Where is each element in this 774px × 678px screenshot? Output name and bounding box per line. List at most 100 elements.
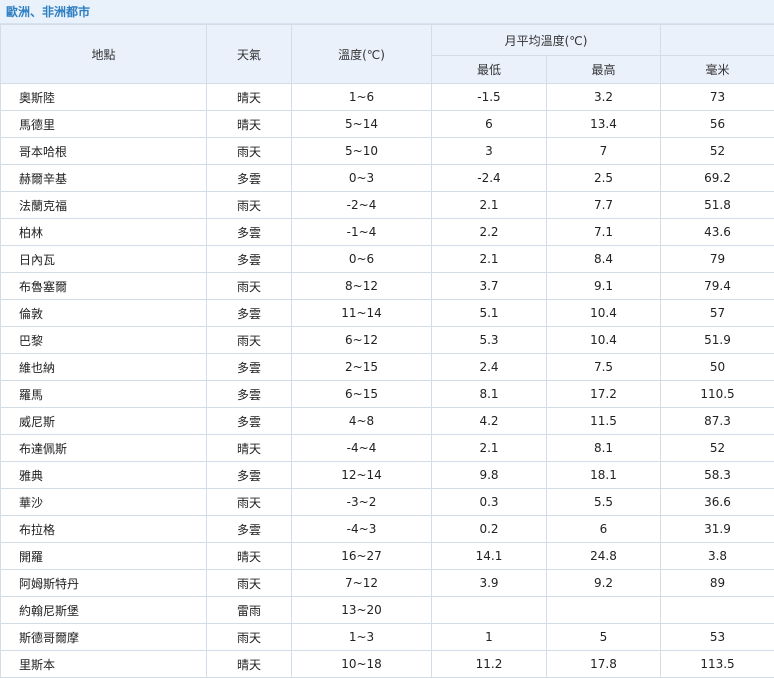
cell-min: 8.1 — [432, 381, 547, 408]
table-row: 維也納多雲2~152.47.550 — [1, 354, 774, 381]
cell-temp: -4~4 — [292, 435, 432, 462]
cell-min: 1 — [432, 624, 547, 651]
table-row: 布魯塞爾雨天8~123.79.179.4 — [1, 273, 774, 300]
cell-city: 赫爾辛基 — [1, 165, 207, 192]
cell-temp: 5~14 — [292, 111, 432, 138]
cell-city: 阿姆斯特丹 — [1, 570, 207, 597]
table-row: 華沙雨天-3~20.35.536.6 — [1, 489, 774, 516]
table-row: 阿姆斯特丹雨天7~123.99.289 — [1, 570, 774, 597]
cell-mm: 52 — [661, 138, 774, 165]
cell-mm: 57 — [661, 300, 774, 327]
cell-min: 14.1 — [432, 543, 547, 570]
table-row: 里斯本晴天10~1811.217.8113.5 — [1, 651, 774, 678]
cell-weather: 晴天 — [207, 84, 292, 111]
cell-weather: 多雲 — [207, 246, 292, 273]
cell-max: 10.4 — [547, 327, 661, 354]
cell-min: 2.1 — [432, 246, 547, 273]
cell-city: 約翰尼斯堡 — [1, 597, 207, 624]
cell-weather: 晴天 — [207, 651, 292, 678]
cell-mm: 89 — [661, 570, 774, 597]
cell-temp: 4~8 — [292, 408, 432, 435]
cell-mm: 79.4 — [661, 273, 774, 300]
cell-city: 巴黎 — [1, 327, 207, 354]
cell-mm: 51.9 — [661, 327, 774, 354]
table-body: 奧斯陸晴天1~6-1.53.273馬德里晴天5~14613.456哥本哈根雨天5… — [1, 84, 774, 678]
cell-mm: 113.5 — [661, 651, 774, 678]
cell-temp: 7~12 — [292, 570, 432, 597]
cell-city: 華沙 — [1, 489, 207, 516]
table-row: 倫敦多雲11~145.110.457 — [1, 300, 774, 327]
cell-weather: 雨天 — [207, 192, 292, 219]
cell-city: 柏林 — [1, 219, 207, 246]
table-row: 巴黎雨天6~125.310.451.9 — [1, 327, 774, 354]
header-min: 最低 — [432, 56, 547, 84]
cell-temp: -4~3 — [292, 516, 432, 543]
cell-min: 3.9 — [432, 570, 547, 597]
panel-title: 歐洲、非洲都市 — [0, 0, 774, 24]
cell-max: 5 — [547, 624, 661, 651]
header-row-1: 地點 天氣 溫度(℃) 月平均溫度(℃) — [1, 25, 774, 56]
table-row: 斯德哥爾摩雨天1~31553 — [1, 624, 774, 651]
weather-table: 地點 天氣 溫度(℃) 月平均溫度(℃) 最低 最高 毫米 奧斯陸晴天1~6-1… — [0, 24, 774, 678]
cell-max: 17.8 — [547, 651, 661, 678]
cell-min: 0.2 — [432, 516, 547, 543]
cell-mm: 52 — [661, 435, 774, 462]
table-row: 日內瓦多雲0~62.18.479 — [1, 246, 774, 273]
cell-min: 5.3 — [432, 327, 547, 354]
cell-mm: 31.9 — [661, 516, 774, 543]
cell-max: 9.2 — [547, 570, 661, 597]
cell-max: 17.2 — [547, 381, 661, 408]
cell-mm: 51.8 — [661, 192, 774, 219]
cell-max: 8.4 — [547, 246, 661, 273]
cell-min: 3 — [432, 138, 547, 165]
cell-city: 開羅 — [1, 543, 207, 570]
cell-min: 2.1 — [432, 435, 547, 462]
cell-max: 6 — [547, 516, 661, 543]
cell-weather: 多雲 — [207, 219, 292, 246]
cell-min: 2.2 — [432, 219, 547, 246]
cell-weather: 雷雨 — [207, 597, 292, 624]
cell-weather: 多雲 — [207, 381, 292, 408]
cell-city: 威尼斯 — [1, 408, 207, 435]
table-row: 馬德里晴天5~14613.456 — [1, 111, 774, 138]
cell-weather: 多雲 — [207, 300, 292, 327]
table-row: 奧斯陸晴天1~6-1.53.273 — [1, 84, 774, 111]
cell-mm: 43.6 — [661, 219, 774, 246]
table-row: 布達佩斯晴天-4~42.18.152 — [1, 435, 774, 462]
table-row: 赫爾辛基多雲0~3-2.42.569.2 — [1, 165, 774, 192]
cell-max: 8.1 — [547, 435, 661, 462]
cell-city: 馬德里 — [1, 111, 207, 138]
cell-weather: 多雲 — [207, 408, 292, 435]
header-blank — [661, 25, 774, 56]
cell-mm: 3.8 — [661, 543, 774, 570]
cell-max: 2.5 — [547, 165, 661, 192]
cell-min: -2.4 — [432, 165, 547, 192]
cell-temp: 1~3 — [292, 624, 432, 651]
cell-mm: 56 — [661, 111, 774, 138]
cell-temp: -1~4 — [292, 219, 432, 246]
cell-city: 布魯塞爾 — [1, 273, 207, 300]
cell-min — [432, 597, 547, 624]
weather-panel: 歐洲、非洲都市 地點 天氣 溫度(℃) 月平均溫度(℃) 最低 最高 毫米 — [0, 0, 774, 678]
cell-max: 9.1 — [547, 273, 661, 300]
cell-temp: 8~12 — [292, 273, 432, 300]
cell-weather: 多雲 — [207, 462, 292, 489]
cell-temp: 16~27 — [292, 543, 432, 570]
cell-max: 7 — [547, 138, 661, 165]
cell-mm — [661, 597, 774, 624]
cell-city: 哥本哈根 — [1, 138, 207, 165]
cell-weather: 雨天 — [207, 273, 292, 300]
cell-min: -1.5 — [432, 84, 547, 111]
cell-weather: 雨天 — [207, 327, 292, 354]
cell-max: 7.5 — [547, 354, 661, 381]
cell-temp: 0~6 — [292, 246, 432, 273]
cell-mm: 73 — [661, 84, 774, 111]
cell-weather: 雨天 — [207, 570, 292, 597]
cell-mm: 53 — [661, 624, 774, 651]
cell-weather: 雨天 — [207, 489, 292, 516]
cell-min: 3.7 — [432, 273, 547, 300]
table-row: 布拉格多雲-4~30.2631.9 — [1, 516, 774, 543]
cell-temp: 2~15 — [292, 354, 432, 381]
cell-weather: 晴天 — [207, 435, 292, 462]
table-row: 約翰尼斯堡雷雨13~20 — [1, 597, 774, 624]
